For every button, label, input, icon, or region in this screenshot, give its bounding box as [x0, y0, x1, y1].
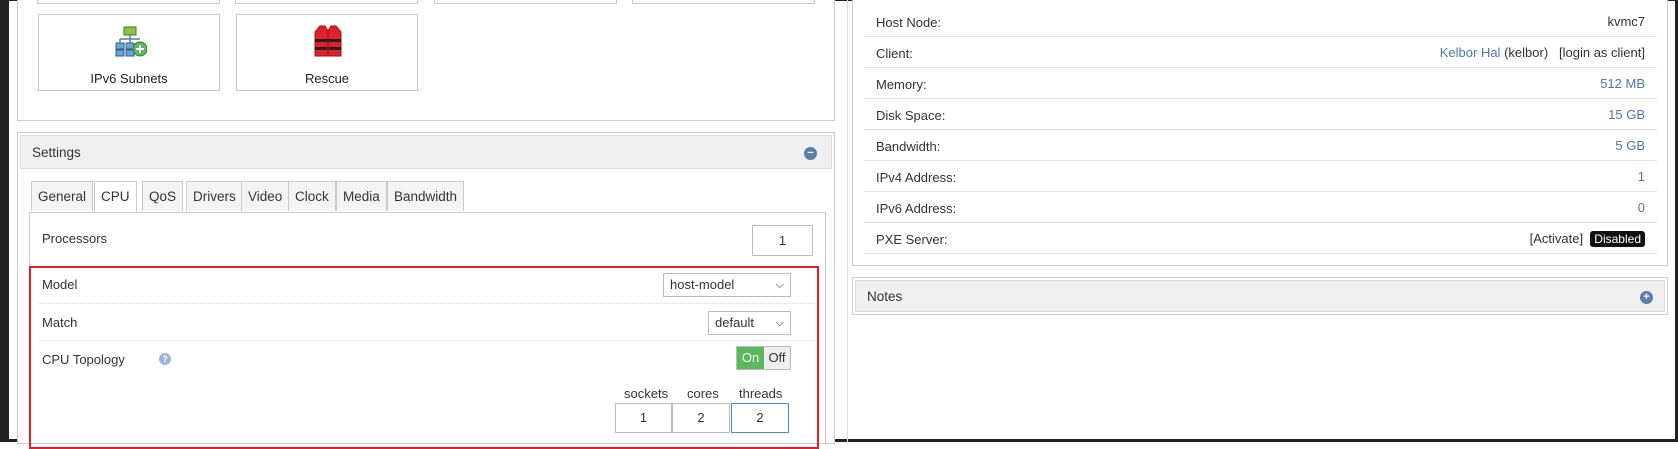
memory-value[interactable]: 512 MB — [1600, 76, 1645, 91]
sockets-input[interactable]: 1 — [615, 403, 672, 433]
memory-row: Memory: 512 MB — [864, 70, 1657, 99]
tile-label: IPv6 Subnets — [90, 71, 168, 86]
login-as-client-link[interactable]: [login as client] — [1559, 45, 1645, 60]
match-label: Match — [42, 315, 78, 330]
processors-input[interactable]: 1 — [752, 225, 813, 256]
ipv6-subnets-tile[interactable]: IPv6 Subnets — [38, 14, 220, 91]
disk-label: Disk Space: — [876, 108, 946, 123]
tab-qos[interactable]: QoS — [142, 181, 184, 211]
chevron-down-icon: ⌵ — [775, 279, 784, 291]
settings-title: Settings — [32, 145, 81, 160]
highlight-box: Model host-model ⌵ Match default ⌵ CPU Top… — [29, 266, 819, 449]
ipv6-row: IPv6 Address: 0 — [864, 194, 1657, 223]
notes-title: Notes — [867, 289, 903, 304]
ipv4-value[interactable]: 1 — [1638, 169, 1645, 184]
ipv4-label: IPv4 Address: — [876, 170, 957, 185]
threads-label: threads — [739, 386, 783, 401]
tab-general[interactable]: General — [31, 181, 94, 211]
pxe-status-badge: Disabled — [1590, 231, 1645, 247]
threads-input[interactable]: 2 — [731, 403, 789, 433]
divider — [39, 340, 815, 341]
cpu-tab-content: Processors 1 Model host-model ⌵ Match def… — [29, 212, 826, 449]
cores-input[interactable]: 2 — [672, 403, 730, 433]
tile-partial[interactable] — [632, 0, 815, 4]
toggle-off[interactable]: Off — [764, 347, 790, 369]
client-username: (kelbor) — [1504, 45, 1549, 60]
pxe-label: PXE Server: — [876, 232, 948, 247]
memory-label: Memory: — [876, 77, 927, 92]
host-node-row: Host Node: kvmc7 — [864, 8, 1657, 37]
settings-panel: Settings − General CPU QoS Drivers Video… — [17, 132, 835, 449]
bandwidth-row: Bandwidth: 5 GB — [864, 132, 1657, 161]
model-select[interactable]: host-model ⌵ — [663, 273, 791, 297]
toggle-on[interactable]: On — [737, 347, 764, 369]
pxe-value: [Activate] Disabled — [1530, 231, 1645, 247]
bandwidth-label: Bandwidth: — [876, 139, 941, 154]
network-add-icon — [115, 26, 147, 57]
tab-cpu[interactable]: CPU — [94, 181, 137, 212]
tile-partial[interactable] — [235, 0, 418, 4]
expand-icon[interactable]: + — [1640, 291, 1653, 304]
help-icon[interactable]: ? — [159, 353, 171, 365]
bandwidth-value[interactable]: 5 GB — [1615, 138, 1645, 153]
client-name-link[interactable]: Kelbor Hal — [1440, 45, 1501, 60]
tile-partial[interactable] — [434, 0, 617, 4]
tab-video[interactable]: Video — [241, 181, 290, 211]
cpu-topology-label: CPU Topology — [42, 352, 125, 367]
life-vest-icon — [314, 25, 342, 57]
chevron-down-icon: ⌵ — [775, 317, 784, 329]
column-separator — [847, 0, 848, 442]
host-node-value: kvmc7 — [1607, 14, 1645, 29]
pxe-row: PXE Server: [Activate] Disabled — [864, 225, 1657, 254]
topology-toggle[interactable]: On Off — [736, 346, 791, 370]
tile-partial[interactable] — [37, 0, 220, 4]
sockets-label: sockets — [624, 386, 669, 401]
client-label: Client: — [876, 46, 913, 61]
ipv6-value[interactable]: 0 — [1638, 200, 1645, 215]
processors-label: Processors — [42, 231, 108, 246]
collapse-icon[interactable]: − — [804, 147, 817, 160]
server-info-panel: Host Node: kvmc7 Client: Kelbor Hal (kel… — [852, 0, 1668, 266]
tile-label: Rescue — [304, 71, 350, 86]
tab-media[interactable]: Media — [336, 181, 387, 211]
cores-label: cores — [687, 386, 719, 401]
actions-panel: IPv6 Subnets Rescue — [17, 0, 835, 121]
tab-clock[interactable]: Clock — [288, 181, 336, 211]
model-label: Model — [42, 277, 78, 292]
pxe-activate-link[interactable]: [Activate] — [1530, 231, 1583, 246]
notes-header[interactable]: Notes + — [855, 280, 1665, 312]
disk-row: Disk Space: 15 GB — [864, 101, 1657, 130]
ipv4-row: IPv4 Address: 1 — [864, 163, 1657, 192]
settings-header[interactable]: Settings − — [20, 135, 832, 169]
divider — [39, 303, 815, 304]
tab-drivers[interactable]: Drivers — [186, 181, 243, 211]
notes-panel: Notes + — [852, 277, 1668, 315]
rescue-tile[interactable]: Rescue — [236, 14, 418, 91]
disk-value[interactable]: 15 GB — [1608, 107, 1645, 122]
match-select[interactable]: default ⌵ — [708, 311, 791, 335]
client-value: Kelbor Hal (kelbor) [login as client] — [1440, 45, 1645, 60]
ipv6-label: IPv6 Address: — [876, 201, 957, 216]
client-row: Client: Kelbor Hal (kelbor) [login as cl… — [864, 39, 1657, 68]
host-node-label: Host Node: — [876, 15, 942, 30]
tab-bandwidth[interactable]: Bandwidth — [387, 181, 465, 211]
